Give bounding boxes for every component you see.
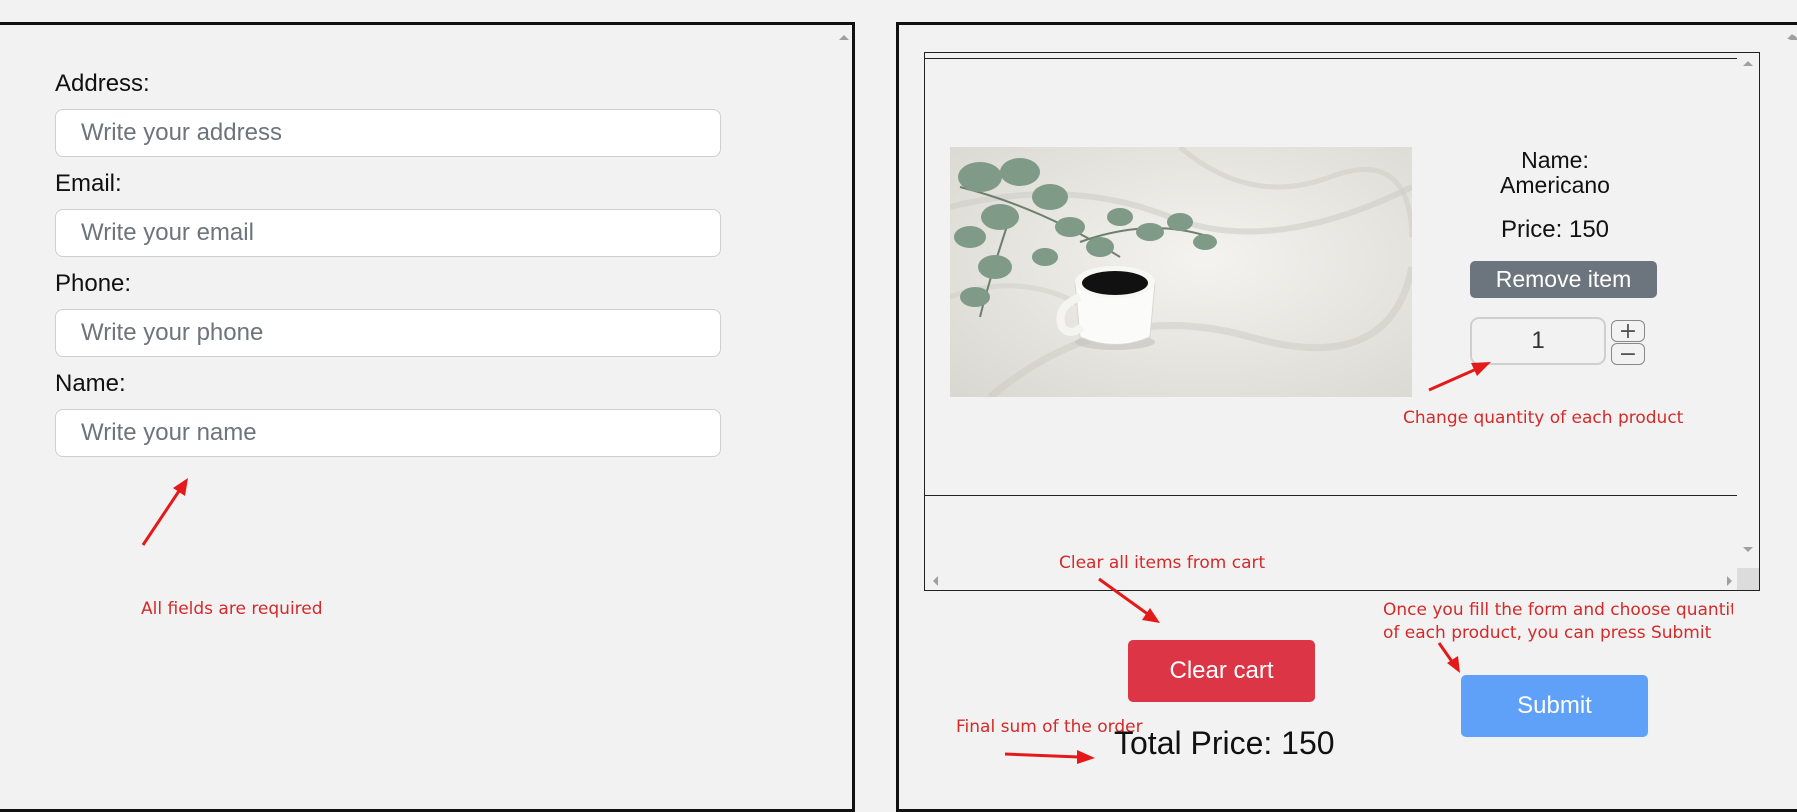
window-scroll-up-arrow-icon[interactable] <box>1787 34 1797 39</box>
order-form-panel: Address: Email: Phone: Name: All fields … <box>0 22 855 812</box>
scrollbar-corner <box>1737 568 1759 590</box>
email-label: Email: <box>55 170 122 197</box>
product-image <box>950 147 1412 397</box>
email-input[interactable] <box>55 209 721 257</box>
cart-scroll-left-arrow-icon[interactable] <box>933 576 938 586</box>
remove-item-button[interactable]: Remove item <box>1470 261 1657 298</box>
address-input[interactable] <box>55 109 721 157</box>
product-price: Price: 150 <box>1500 216 1610 243</box>
required-annotation-arrow-icon <box>141 478 188 546</box>
clear-cart-annotation-arrow-icon <box>1098 577 1160 623</box>
name-label: Name: <box>55 370 126 397</box>
scroll-up-arrow-icon[interactable] <box>839 35 849 40</box>
cart-items-box[interactable]: Name: Americano Price: 150 Remove item +… <box>924 52 1760 591</box>
name-input[interactable] <box>55 409 721 457</box>
quantity-annotation: Change quantity of each product <box>1403 408 1684 428</box>
clear-cart-button[interactable]: Clear cart <box>1128 640 1315 702</box>
cart-scroll-right-arrow-icon[interactable] <box>1727 576 1732 586</box>
submit-annotation-line2: of each product, you can press Submit <box>1383 623 1712 643</box>
submit-button[interactable]: Submit <box>1461 675 1648 737</box>
required-fields-annotation: All fields are required <box>141 599 323 619</box>
cart-scroll-up-arrow-icon[interactable] <box>1743 61 1753 66</box>
phone-input[interactable] <box>55 309 721 357</box>
cart-scroll-down-arrow-icon[interactable] <box>1743 547 1753 552</box>
decrement-quantity-button[interactable]: − <box>1611 343 1645 365</box>
phone-label: Phone: <box>55 270 132 297</box>
product-name-label: Name: <box>1521 147 1589 173</box>
increment-quantity-button[interactable]: + <box>1611 320 1645 342</box>
cart-bottom-divider <box>925 495 1737 496</box>
product-name: Americano <box>1500 172 1610 198</box>
cart-top-divider <box>925 58 1737 59</box>
cart-panel: Name: Americano Price: 150 Remove item +… <box>896 22 1797 812</box>
quantity-annotation-arrow-icon <box>1428 362 1491 392</box>
clear-cart-annotation: Clear all items from cart <box>1059 553 1266 573</box>
submit-annotation-line1: Once you fill the form and choose quanti… <box>1383 600 1733 620</box>
address-label: Address: <box>55 70 150 97</box>
total-price: Total Price: 150 <box>1114 725 1335 761</box>
total-annotation-arrow-icon <box>1004 750 1095 764</box>
